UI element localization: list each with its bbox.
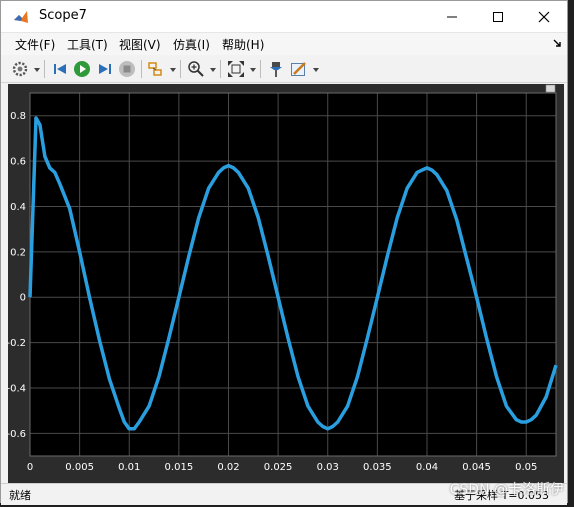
x-tick-label: 0.04 [416, 462, 438, 473]
stop-icon[interactable] [118, 60, 136, 78]
y-tick-label: 0 [20, 293, 26, 304]
x-tick-label: 0.03 [317, 462, 339, 473]
edit-style-icon[interactable] [290, 60, 308, 78]
x-tick-label: 0 [27, 462, 33, 473]
minimize-icon [447, 16, 457, 17]
menu-help[interactable]: 帮助(H) [222, 36, 264, 53]
x-tick-label: 0.02 [217, 462, 239, 473]
watermark: CSDN @卡洛斯伊 [449, 482, 564, 498]
settings-icon[interactable] [11, 60, 29, 78]
x-tick-label: 0.025 [264, 462, 293, 473]
x-tick-label: 0.045 [462, 462, 491, 473]
y-tick-label: -0.4 [8, 383, 26, 394]
matlab-logo-icon [14, 11, 28, 23]
y-tick-label: -0.2 [8, 338, 26, 349]
menu-bar: 文件(F) 工具(T) 视图(V) 仿真(I) 帮助(H) [1, 33, 567, 55]
step-forward-icon[interactable] [96, 60, 114, 78]
y-tick-label: 0.8 [10, 111, 26, 122]
highlight-icon[interactable] [147, 60, 165, 78]
x-tick-label: 0.035 [363, 462, 392, 473]
menu-file[interactable]: 文件(F) [15, 36, 55, 53]
maximize-button[interactable] [475, 1, 521, 32]
maximize-icon [493, 11, 503, 22]
fit-to-view-icon[interactable] [227, 60, 245, 78]
status-text: 就绪 [9, 489, 31, 502]
x-tick-label: 0.015 [165, 462, 194, 473]
scope-chart[interactable]: 0 0.005 0.01 0.015 0.02 0.025 0.03 0.035 0.04 0.0… [6, 84, 564, 483]
menu-simulation[interactable]: 仿真(I) [173, 36, 210, 53]
zoom-in-icon[interactable] [187, 60, 205, 78]
x-tick-label: 0.01 [118, 462, 140, 473]
close-icon [538, 11, 550, 22]
pin-icon[interactable] [267, 60, 285, 78]
menu-view[interactable]: 视图(V) [119, 36, 161, 53]
settings-dropdown-icon[interactable] [34, 68, 40, 72]
zoom-dropdown-icon[interactable] [210, 68, 216, 72]
highlight-dropdown-icon[interactable] [170, 68, 176, 72]
edit-style-dropdown-icon[interactable] [313, 68, 319, 72]
title-bar[interactable]: Scope7 [1, 1, 567, 33]
step-back-icon[interactable] [51, 60, 69, 78]
toolbar [1, 56, 567, 83]
close-button[interactable] [521, 1, 567, 32]
scope-plot-area[interactable]: 0 0.005 0.01 0.015 0.02 0.025 0.03 0.035 0.04 0.0… [6, 84, 564, 483]
y-tick-label: 0.2 [10, 247, 26, 258]
scope-window: Scope7 文件(F) 工具(T) 视图(V) 仿真(I) 帮助(H) 0 0… [0, 0, 568, 505]
y-tick-label: 0.6 [10, 157, 26, 168]
minimize-button[interactable] [429, 1, 475, 32]
x-tick-label: 0.05 [515, 462, 537, 473]
x-tick-label: 0.005 [65, 462, 94, 473]
y-tick-label: -0.6 [8, 429, 26, 440]
dock-arrow-icon[interactable] [552, 38, 562, 48]
axes-expand-icon [545, 84, 556, 93]
run-icon[interactable] [73, 60, 91, 78]
menu-tools[interactable]: 工具(T) [67, 36, 108, 53]
window-title: Scope7 [39, 8, 87, 23]
fit-dropdown-icon[interactable] [250, 68, 256, 72]
y-tick-label: 0.4 [10, 202, 26, 213]
